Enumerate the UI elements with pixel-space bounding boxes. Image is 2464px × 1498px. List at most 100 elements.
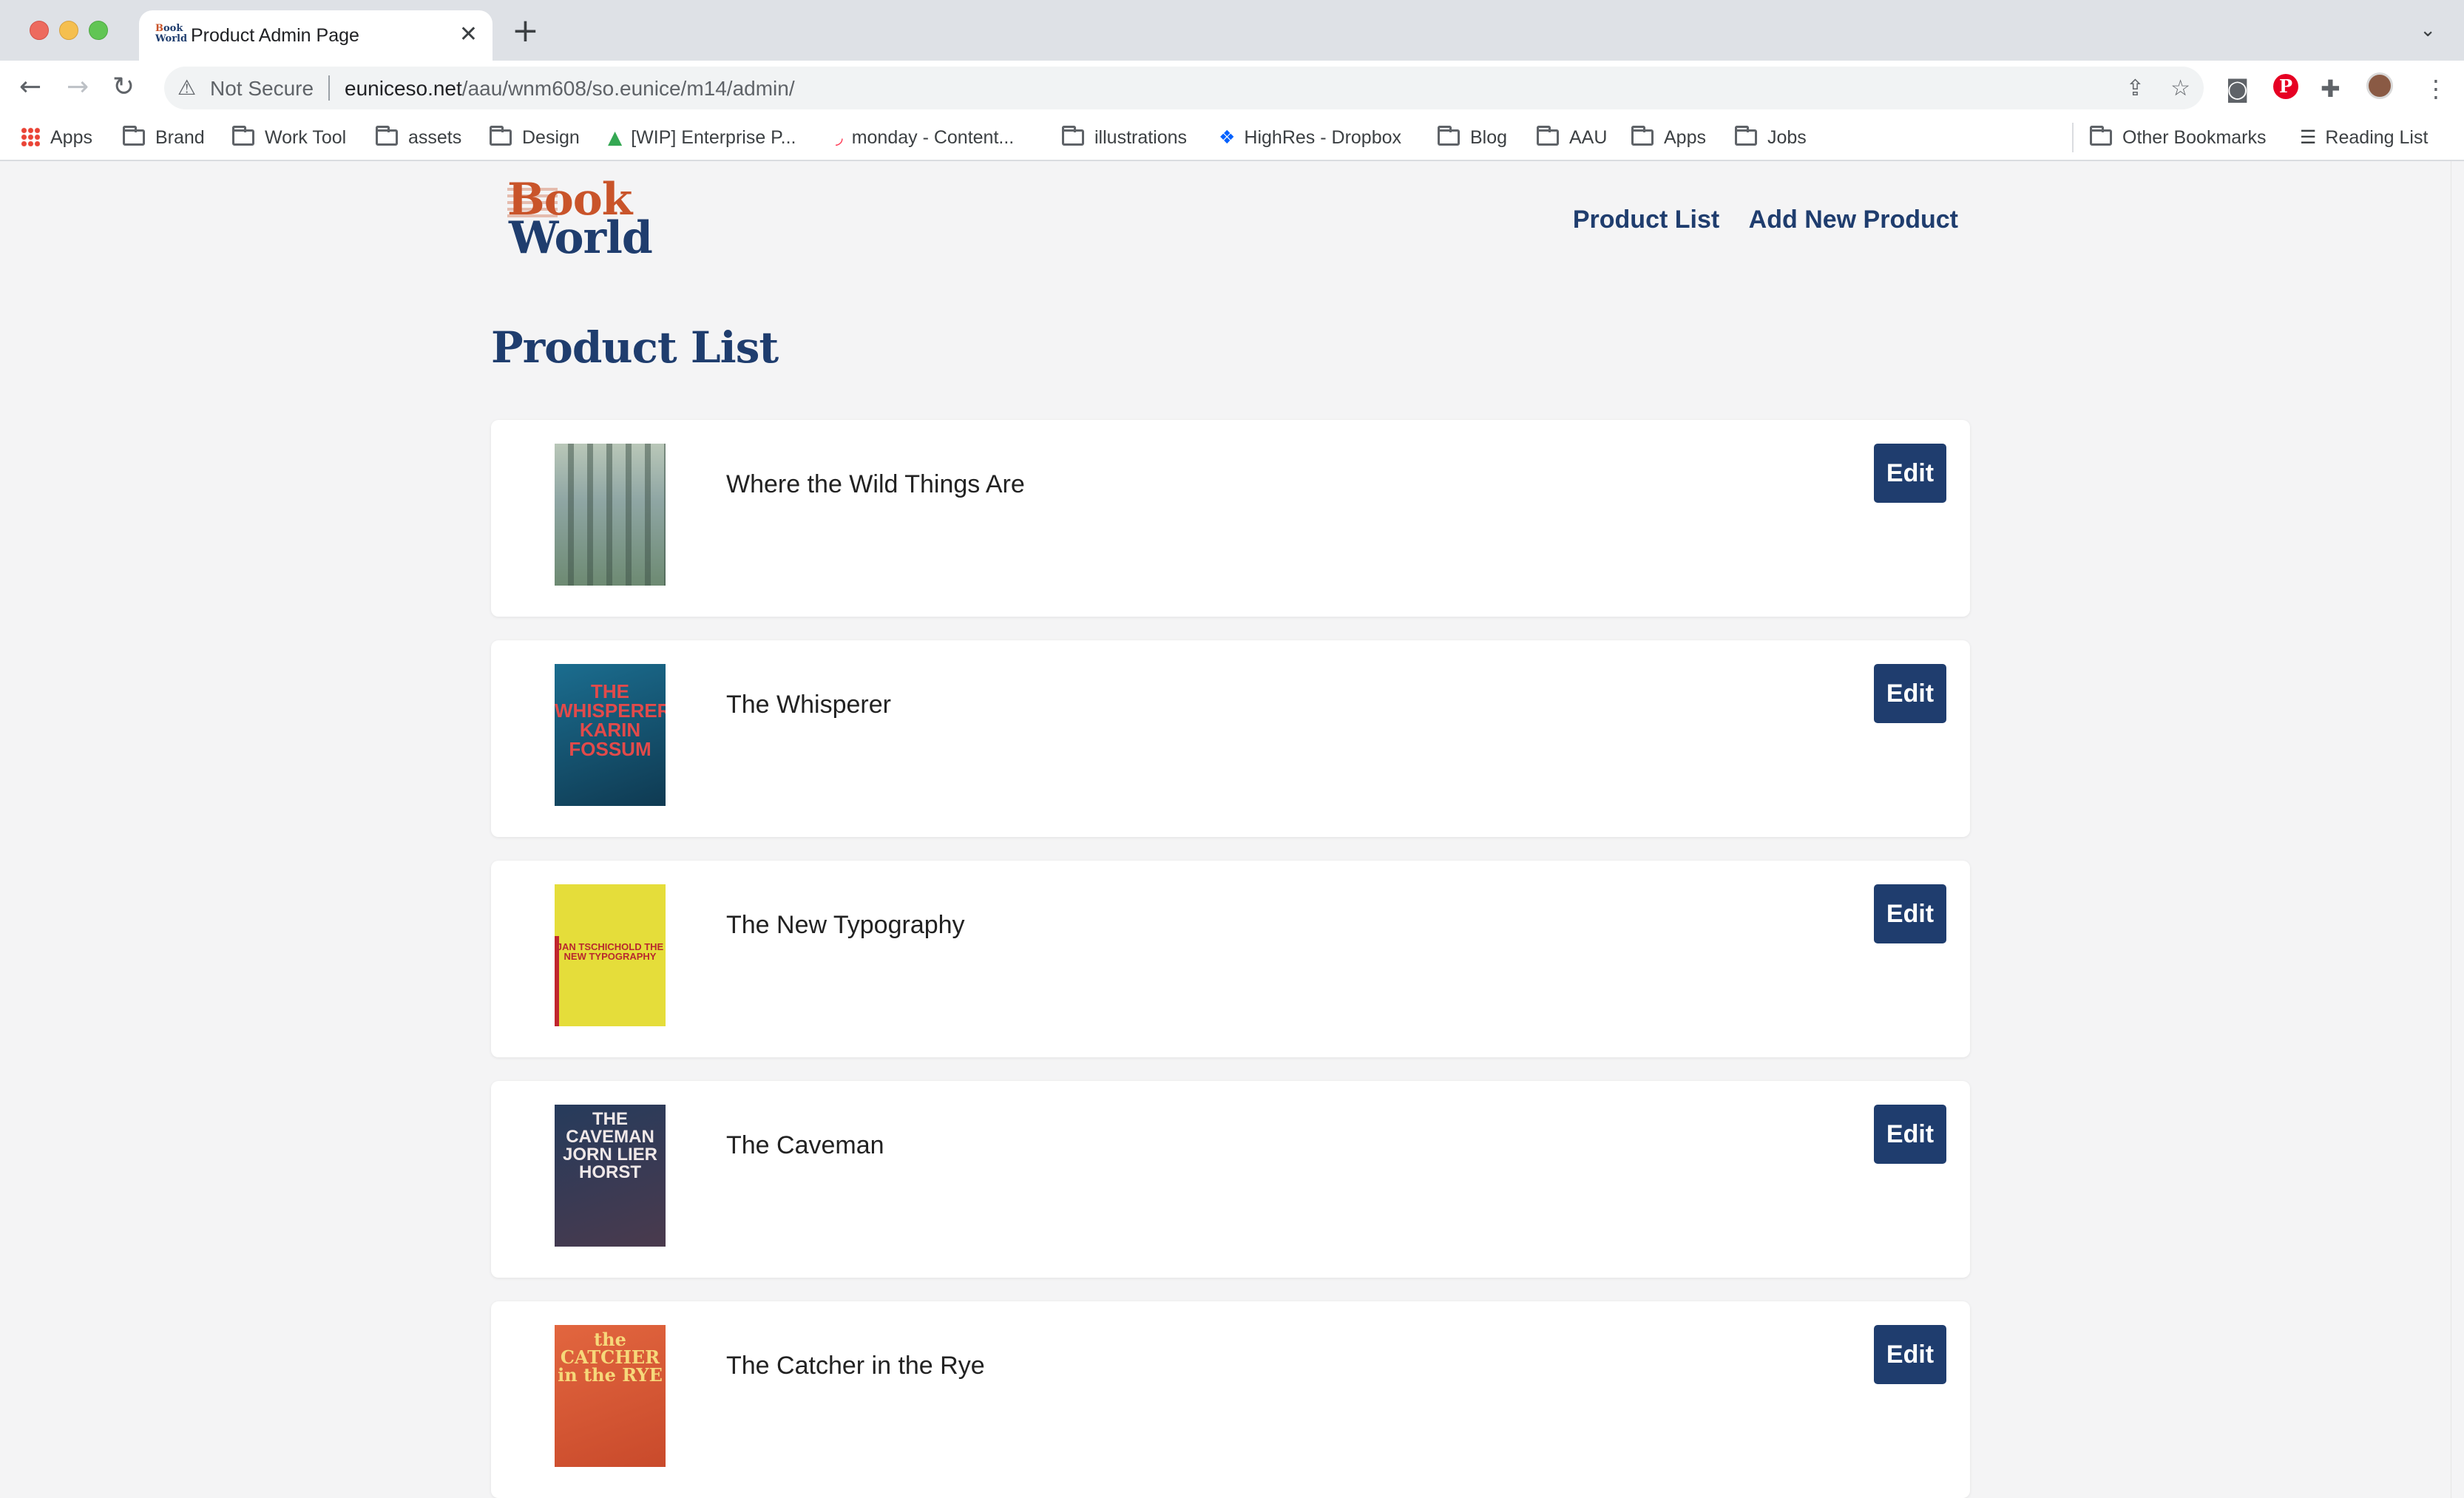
tab-title: Product Admin Page [191, 25, 359, 46]
edit-button[interactable]: Edit [1874, 444, 1946, 503]
product-name: Where the Wild Things Are [726, 470, 1025, 498]
bookmark-label: Jobs [1767, 127, 1807, 148]
share-icon[interactable]: ⇪ [2126, 75, 2145, 101]
folder-icon [376, 126, 398, 146]
bookmark-brand[interactable]: Brand [123, 123, 205, 152]
bookmark-label: AAU [1569, 127, 1608, 148]
product-card: JAN TSCHICHOLD THE NEW TYPOGRAPHY The Ne… [491, 861, 1970, 1057]
product-name: The New Typography [726, 911, 965, 939]
bookmark-star-icon[interactable]: ☆ [2170, 75, 2190, 101]
cover-illustration [555, 444, 666, 586]
book-world-logo[interactable]: Book World [507, 177, 655, 265]
bookmark-label: [WIP] Enterprise P... [631, 127, 796, 148]
bookmark-label: Design [522, 127, 580, 148]
bookmark-enterprise[interactable]: ▲ [WIP] Enterprise P... [608, 123, 796, 152]
product-card: Where the Wild Things Are Edit [491, 420, 1970, 617]
profile-avatar[interactable] [2366, 72, 2393, 99]
book-world-favicon-icon: Book World [155, 23, 188, 44]
bookmark-illustrations[interactable]: illustrations [1062, 123, 1187, 152]
browser-toolbar: ← → ↻ ⚠ Not Secure euniceso.net/aau/wnm6… [0, 61, 2464, 114]
forward-arrow-icon[interactable]: → [67, 72, 89, 102]
back-arrow-icon[interactable]: ← [19, 72, 41, 102]
minimize-window-button[interactable] [59, 21, 78, 40]
dropbox-icon: ❖ [1219, 126, 1236, 148]
google-drive-icon: ▲ [608, 126, 623, 148]
folder-icon [490, 126, 512, 146]
extensions-puzzle-icon[interactable]: ✚ [2321, 75, 2341, 102]
bookmark-work-tool[interactable]: Work Tool [232, 123, 346, 152]
folder-icon [1537, 126, 1559, 146]
monday-icon: ◞ [836, 126, 843, 148]
bookmark-monday[interactable]: ◞ monday - Content... [836, 123, 1014, 152]
extension-mask-icon[interactable]: ◙ [2226, 75, 2249, 102]
bookmark-label: HighRes - Dropbox [1244, 127, 1402, 148]
product-card: the CATCHER in the RYE The Catcher in th… [491, 1301, 1970, 1498]
edit-button[interactable]: Edit [1874, 884, 1946, 943]
folder-icon [1735, 126, 1757, 146]
bookmark-assets[interactable]: assets [376, 123, 461, 152]
bookmark-dropbox[interactable]: ❖ HighRes - Dropbox [1219, 123, 1401, 152]
folder-icon [1438, 126, 1460, 146]
bookmark-label: illustrations [1094, 127, 1188, 148]
other-bookmarks-label: Other Bookmarks [2122, 127, 2267, 148]
logo-line2: World [509, 212, 653, 264]
cover-title-text: THE CAVEMAN JORN LIER HORST [562, 1109, 657, 1182]
book-cover-image[interactable]: THE CAVEMAN JORN LIER HORST [555, 1105, 666, 1247]
close-window-button[interactable] [30, 21, 49, 40]
nav-product-list[interactable]: Product List [1573, 206, 1719, 234]
bookmark-label: Apps [50, 127, 92, 148]
book-cover-image[interactable] [555, 444, 666, 586]
book-cover-image[interactable]: the CATCHER in the RYE [555, 1325, 666, 1467]
bookmark-apps-folder[interactable]: Apps [1631, 123, 1706, 152]
close-tab-icon[interactable]: ✕ [459, 22, 478, 47]
bookmark-label: Work Tool [265, 127, 347, 148]
folder-icon [2090, 126, 2112, 146]
bookmark-design[interactable]: Design [490, 123, 580, 152]
url-text[interactable]: euniceso.net/aau/wnm608/so.eunice/m14/ad… [345, 77, 795, 101]
book-cover-image[interactable]: JAN TSCHICHOLD THE NEW TYPOGRAPHY [555, 884, 666, 1026]
reload-icon[interactable]: ↻ [112, 72, 135, 102]
apps-grid-icon [21, 127, 40, 146]
cover-title-text: THE WHISPERER KARIN FOSSUM [555, 680, 666, 760]
edit-button[interactable]: Edit [1874, 664, 1946, 723]
product-card: THE CAVEMAN JORN LIER HORST The Caveman … [491, 1081, 1970, 1278]
folder-icon [232, 126, 254, 146]
bookmark-jobs[interactable]: Jobs [1735, 123, 1807, 152]
tab-search-chevron-icon[interactable]: ⌄ [2420, 19, 2436, 41]
bookmark-label: assets [408, 127, 462, 148]
cover-title-text: JAN TSCHICHOLD THE NEW TYPOGRAPHY [556, 941, 664, 962]
warning-icon: ⚠ [177, 75, 197, 100]
bookmark-blog[interactable]: Blog [1438, 123, 1507, 152]
address-bar-divider [328, 75, 330, 101]
cover-title-text: the CATCHER in the RYE [558, 1329, 663, 1386]
browser-titlebar: Book World Product Admin Page ✕ + ⌄ [0, 0, 2464, 61]
site-nav: Product List Add New Product [1551, 206, 1958, 234]
pinterest-icon[interactable]: P [2273, 74, 2298, 99]
new-tab-button[interactable]: + [512, 15, 539, 47]
page-scrollbar[interactable] [2451, 161, 2464, 1498]
bookmark-label: Apps [1664, 127, 1706, 148]
address-bar[interactable]: ⚠ Not Secure euniceso.net/aau/wnm608/so.… [164, 67, 2204, 109]
zoom-window-button[interactable] [89, 21, 108, 40]
bookmark-apps[interactable]: Apps [21, 123, 92, 152]
reading-list-icon: ☰ [2300, 126, 2317, 148]
edit-button[interactable]: Edit [1874, 1105, 1946, 1164]
product-name: The Whisperer [726, 691, 891, 719]
other-bookmarks[interactable]: Other Bookmarks [2090, 123, 2267, 152]
edit-button[interactable]: Edit [1874, 1325, 1946, 1384]
url-host: euniceso.net [345, 77, 462, 100]
book-cover-image[interactable]: THE WHISPERER KARIN FOSSUM [555, 664, 666, 806]
reading-list[interactable]: ☰ Reading List [2300, 123, 2428, 152]
nav-add-new-product[interactable]: Add New Product [1749, 206, 1958, 234]
security-label[interactable]: Not Secure [210, 77, 314, 101]
bookmark-label: Brand [155, 127, 205, 148]
browser-tab-active[interactable]: Book World Product Admin Page ✕ [139, 10, 493, 61]
browser-menu-icon[interactable]: ⋮ [2424, 75, 2448, 102]
page-title: Product List [491, 322, 779, 373]
product-card: THE WHISPERER KARIN FOSSUM The Whisperer… [491, 640, 1970, 837]
folder-icon [123, 126, 145, 146]
bookmark-aau[interactable]: AAU [1537, 123, 1607, 152]
folder-icon [1631, 126, 1654, 146]
reading-list-label: Reading List [2325, 127, 2429, 148]
bookmark-label: monday - Content... [851, 127, 1015, 148]
